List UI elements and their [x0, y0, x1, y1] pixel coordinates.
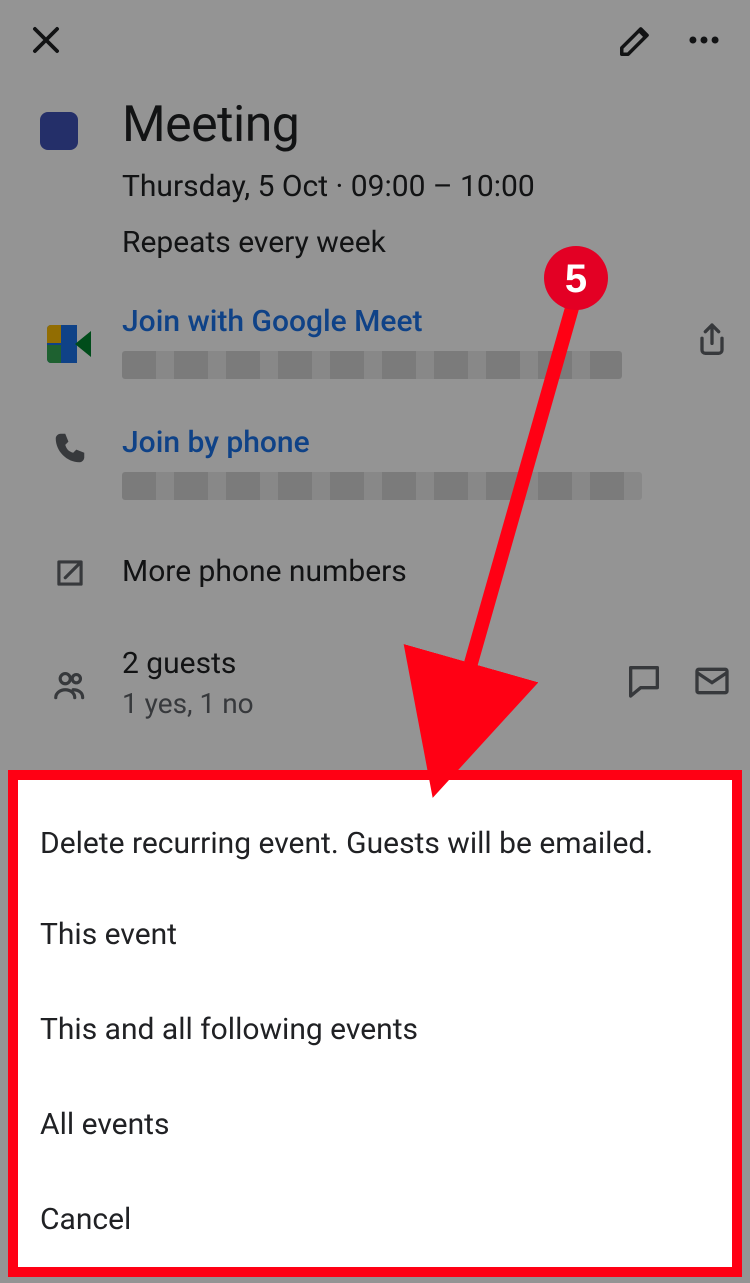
delete-recurring-sheet: Delete recurring event. Guests will be e… [8, 770, 742, 1277]
option-this-and-following[interactable]: This and all following events [18, 982, 732, 1077]
option-this-event[interactable]: This event [18, 887, 732, 982]
sheet-title: Delete recurring event. Guests will be e… [18, 780, 732, 887]
option-all-events[interactable]: All events [18, 1077, 732, 1172]
option-cancel[interactable]: Cancel [18, 1172, 732, 1267]
